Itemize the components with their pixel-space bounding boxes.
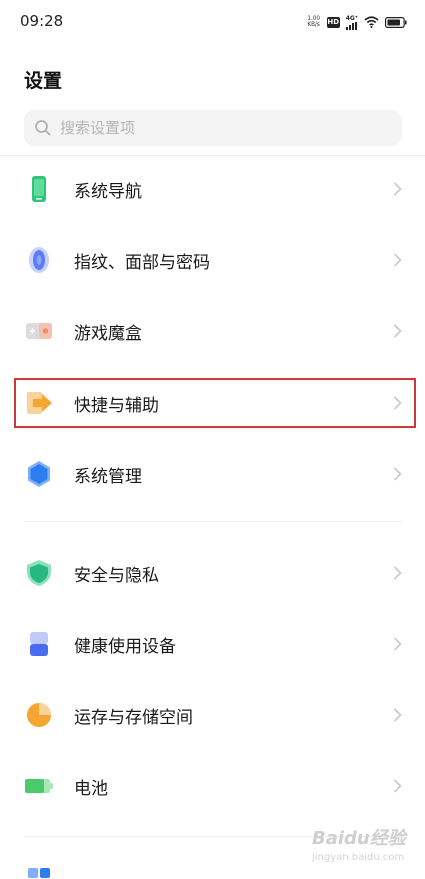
settings-item-memory-storage[interactable]: 运存与存储空间: [0, 685, 425, 745]
highlight-frame: [14, 378, 416, 428]
chevron-right-icon: [390, 467, 404, 481]
search-input[interactable]: [60, 119, 360, 137]
hourglass-icon: [24, 629, 54, 659]
watermark-logo: Baidu经验: [312, 828, 406, 849]
signal-type-label: 4G⁺: [345, 14, 358, 22]
settings-item-healthy-device-usage[interactable]: 健康使用设备: [0, 614, 425, 674]
wifi-icon: [364, 16, 379, 28]
settings-item-battery[interactable]: 电池: [0, 756, 425, 816]
search-icon: [35, 120, 51, 136]
status-icons: 1.00 KB/s HD 4G⁺: [307, 13, 407, 31]
settings-item-security-privacy[interactable]: 安全与隐私: [0, 543, 425, 603]
settings-item-system-navigation[interactable]: 系统导航: [0, 159, 425, 219]
group-divider: [24, 521, 402, 522]
watermark-url: jingyan.baidu.com: [312, 852, 405, 863]
header-divider: [0, 155, 425, 156]
network-speed-unit: KB/s: [307, 21, 321, 28]
settings-item-label: 系统导航: [74, 181, 142, 202]
settings-item-label: 运存与存储空间: [74, 707, 193, 728]
network-speed: 1.00 KB/s: [307, 16, 321, 28]
settings-item-label: 健康使用设备: [74, 636, 176, 657]
partial-item-icon: [24, 864, 54, 879]
page-title: 设置: [24, 70, 63, 92]
settings-item-system-management[interactable]: 系统管理: [0, 444, 425, 504]
pie-chart-icon: [24, 700, 54, 730]
status-bar: 09:28 1.00 KB/s HD 4G⁺: [0, 0, 425, 44]
game-box-icon: [24, 316, 54, 346]
settings-item-label: 游戏魔盒: [74, 323, 142, 344]
chevron-right-icon: [390, 182, 404, 196]
settings-item-label: 指纹、面部与密码: [74, 252, 210, 273]
chevron-right-icon: [390, 637, 404, 651]
settings-item-fingerprint-face-password[interactable]: 指纹、面部与密码: [0, 230, 425, 290]
battery-status-icon: [385, 16, 407, 28]
hexagon-system-icon: [24, 459, 54, 489]
settings-item-label: 安全与隐私: [74, 565, 159, 586]
status-time: 09:28: [20, 12, 64, 30]
search-bar[interactable]: [24, 110, 402, 146]
settings-item-label: 系统管理: [74, 466, 142, 487]
chevron-right-icon: [390, 253, 404, 267]
fingerprint-icon: [24, 245, 54, 275]
settings-item-label: 电池: [74, 778, 108, 799]
hd-voice-icon: HD: [326, 16, 340, 28]
cellular-signal-icon: 4G⁺: [345, 14, 358, 30]
shield-icon: [24, 558, 54, 588]
chevron-right-icon: [390, 566, 404, 580]
chevron-right-icon: [390, 779, 404, 793]
phone-navigation-icon: [24, 174, 54, 204]
chevron-right-icon: [390, 324, 404, 338]
chevron-right-icon: [390, 708, 404, 722]
battery-icon: [24, 771, 54, 801]
settings-item-game-box[interactable]: 游戏魔盒: [0, 301, 425, 361]
